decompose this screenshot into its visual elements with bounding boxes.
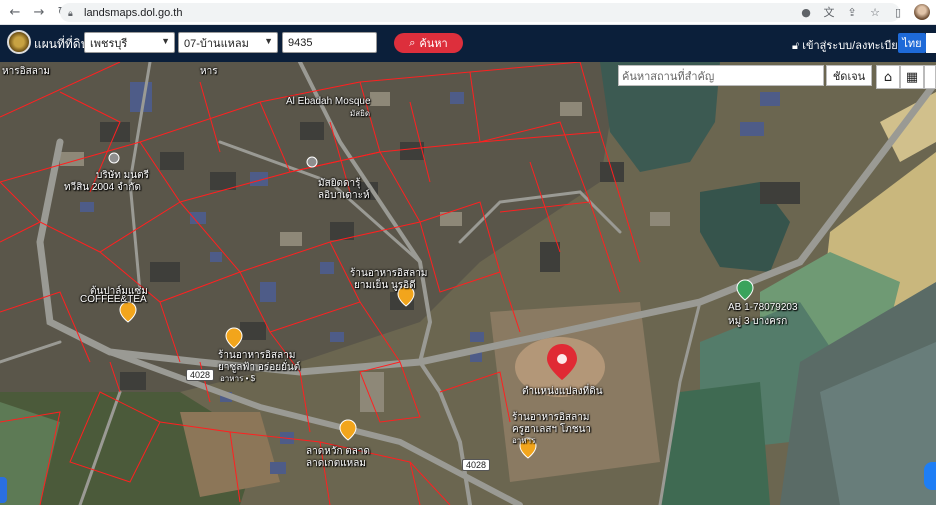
- parcel-number-input[interactable]: 9435: [282, 32, 377, 53]
- url-text: landsmaps.dol.go.th: [84, 6, 183, 19]
- share-icon[interactable]: ⇪: [845, 5, 859, 19]
- app-header: แผนที่ที่ดิน เพชรบุรี ▼ 07-บ้านแหลม ▼ 94…: [0, 25, 936, 62]
- map-label: ทวีสิน 2004 จำกัด: [64, 182, 141, 193]
- search-icon: ⌕: [409, 36, 416, 49]
- map-label-mosque: Al Ebadah Mosque: [286, 96, 371, 107]
- chat-widget-button[interactable]: [924, 462, 936, 490]
- map-label-mosque-sub: มัสยิด: [350, 109, 371, 118]
- chevron-down-icon: ▼: [161, 36, 170, 46]
- place-search-input[interactable]: ค้นหาสถานที่สำคัญ: [618, 65, 824, 86]
- app-title: แผนที่ที่ดิน: [34, 37, 89, 51]
- back-arrow-icon[interactable]: ←: [6, 3, 24, 21]
- profile-avatar[interactable]: [914, 4, 930, 20]
- home-icon[interactable]: ⌂: [876, 65, 900, 89]
- map-label: ยามเย็น นูรอิดี: [354, 280, 416, 291]
- locate-button[interactable]: ชัดเจน: [826, 65, 872, 86]
- district-value: 07-บ้านแหลม: [184, 37, 249, 50]
- bookmark-star-icon[interactable]: ☆: [868, 5, 882, 19]
- forward-arrow-icon[interactable]: →: [30, 3, 48, 21]
- chevron-down-icon: ▼: [264, 36, 273, 46]
- search-button-label: ค้นหา: [419, 38, 448, 50]
- sidepanel-icon[interactable]: ▯: [891, 5, 905, 19]
- road-number-badge: 4028: [462, 459, 491, 471]
- map-label: อาหาร • $: [220, 374, 256, 383]
- parcel-number-value: 9435: [288, 36, 313, 49]
- side-panel-toggle[interactable]: [0, 477, 7, 503]
- dol-logo[interactable]: [7, 30, 31, 54]
- address-bar[interactable]: 🔒︎ landsmaps.dol.go.th: [60, 3, 900, 22]
- language-button[interactable]: ไทย: [898, 33, 926, 53]
- login-link[interactable]: 🔓︎ เข้าสู่ระบบ/ลงทะเบียน: [792, 36, 905, 54]
- translate-icon[interactable]: 文: [822, 5, 836, 19]
- map-label-parcel: ตำแหน่งแปลงที่ดิน: [522, 386, 603, 397]
- map-label: COFFEE&TEA: [80, 294, 147, 305]
- login-label: เข้าสู่ระบบ/ลงทะเบียน: [802, 40, 906, 52]
- map-label: อาหาร: [512, 436, 536, 445]
- place-search-placeholder: ค้นหาสถานที่สำคัญ: [622, 70, 715, 83]
- map-label: ลอิบาเดาะห์: [318, 190, 370, 201]
- tool-partial-icon[interactable]: [924, 65, 936, 89]
- district-select[interactable]: 07-บ้านแหลม ▼: [178, 32, 278, 53]
- map-canvas[interactable]: ค้นหาสถานที่สำคัญ ชัดเจน ⌂ ▦ หารอิสลาม ห…: [0, 62, 936, 505]
- language-button-alt[interactable]: [926, 33, 936, 53]
- province-select[interactable]: เพชรบุรี ▼: [84, 32, 175, 53]
- search-button[interactable]: ⌕ ค้นหา: [394, 33, 463, 53]
- map-label: หมู่ 3 บางครก: [728, 316, 788, 327]
- road-number-badge: 4028: [186, 369, 215, 381]
- location-icon[interactable]: ●: [799, 5, 813, 19]
- browser-toolbar: ← → ↻ 🔒︎ landsmaps.dol.go.th ● 文 ⇪ ☆ ▯: [0, 0, 936, 25]
- province-value: เพชรบุรี: [90, 37, 128, 50]
- map-label: ลาดเกตแหลม: [306, 458, 366, 469]
- lock-icon[interactable]: 🔒︎: [68, 8, 78, 18]
- map-label: หารอิสลาม: [2, 66, 51, 77]
- map-label: หาร: [200, 66, 218, 77]
- lock-icon: 🔓︎: [792, 40, 800, 52]
- grid-icon[interactable]: ▦: [900, 65, 924, 89]
- map-label: AB 1-78079203: [728, 302, 798, 313]
